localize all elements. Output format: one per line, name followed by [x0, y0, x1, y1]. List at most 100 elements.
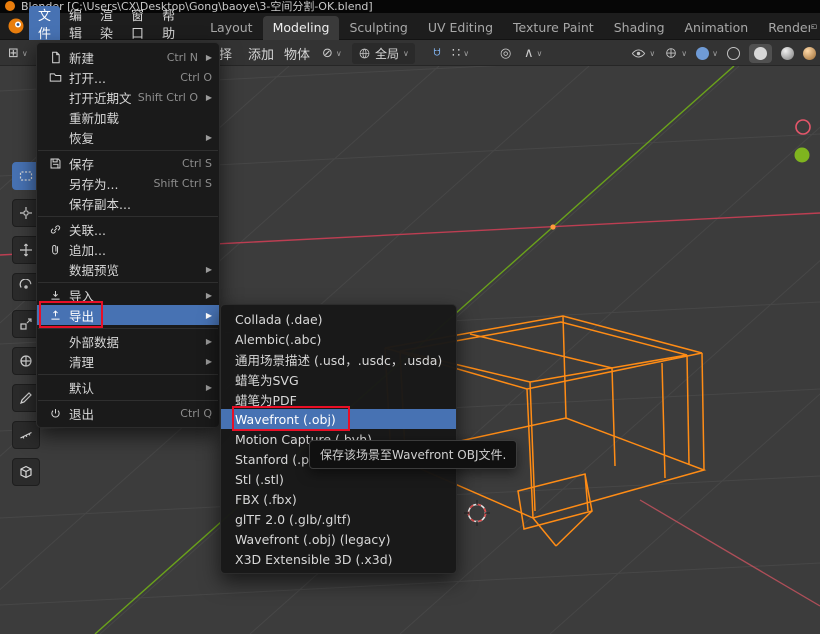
file-menu-item-open-recent[interactable]: 打开近期文件 Shift Ctrl O ▶	[37, 87, 219, 107]
submenu-arrow-icon: ▶	[204, 357, 212, 366]
nav-gizmo-y-axis[interactable]	[795, 148, 810, 163]
submenu-arrow-icon: ▶	[204, 291, 212, 300]
tab-uv-editing[interactable]: UV Editing	[418, 16, 503, 40]
tab-sculpting[interactable]: Sculpting	[339, 16, 417, 40]
gizmo-icon	[664, 46, 678, 60]
scene-selector[interactable]: Scene	[810, 19, 820, 34]
chevron-down-icon: ∨	[403, 49, 409, 58]
new-file-icon	[47, 51, 63, 64]
submenu-arrow-icon: ▶	[204, 93, 212, 102]
menu-separator	[38, 400, 218, 401]
editor-type-icon: ⊞	[8, 46, 19, 61]
chevron-down-icon: ∨	[537, 49, 543, 58]
tab-rendering[interactable]: Rendering	[758, 16, 810, 40]
menu-separator	[38, 328, 218, 329]
gizmo-dropdown[interactable]: ∨	[664, 46, 687, 60]
snap-settings-dropdown[interactable]: ∷ ∨	[452, 40, 469, 66]
file-menu-item-revert[interactable]: 重新加载	[37, 107, 219, 127]
menu-separator	[38, 216, 218, 217]
cursor-3d	[464, 500, 490, 526]
menu-separator	[38, 150, 218, 151]
proportional-edit-toggle[interactable]: ◎	[500, 40, 511, 66]
shading-material-icon[interactable]	[781, 47, 794, 60]
eye-icon	[631, 46, 646, 61]
append-icon	[47, 243, 63, 256]
chevron-down-icon: ∨	[712, 49, 718, 58]
submenu-arrow-icon: ▶	[204, 337, 212, 346]
tab-layout[interactable]: Layout	[200, 16, 263, 40]
blender-logo-icon[interactable]	[7, 17, 25, 35]
editor-type-button[interactable]: ⊞ ∨	[8, 40, 28, 66]
orientation-value: 全局	[375, 45, 399, 62]
file-menu-item-save-as[interactable]: 另存为... Shift Ctrl S	[37, 173, 219, 193]
export-menu-item-alembic[interactable]: Alembic(.abc)	[221, 329, 456, 349]
file-menu-dropdown: 新建 Ctrl N ▶ 打开... Ctrl O 打开近期文件 Shift Ct…	[36, 42, 220, 428]
chevron-down-icon: ∨	[681, 49, 687, 58]
power-icon	[47, 407, 63, 420]
shading-rendered-icon[interactable]	[803, 47, 816, 60]
save-icon	[47, 157, 63, 170]
export-menu-item-wavefront-legacy[interactable]: Wavefront (.obj) (legacy)	[221, 529, 456, 549]
export-menu-item-wavefront-obj[interactable]: Wavefront (.obj)	[221, 409, 456, 429]
orientation-dropdown[interactable]: 全局 ∨	[352, 40, 415, 66]
shading-wireframe-icon[interactable]	[727, 47, 740, 60]
file-menu-item-append[interactable]: 追加...	[37, 239, 219, 259]
export-menu-item-usd[interactable]: 通用场景描述 (.usd，.usdc，.usda)	[221, 349, 456, 369]
export-menu-item-gltf[interactable]: glTF 2.0 (.glb/.gltf)	[221, 509, 456, 529]
export-menu-item-stl[interactable]: Stl (.stl)	[221, 469, 456, 489]
file-menu-item-recover[interactable]: 恢复 ▶	[37, 127, 219, 147]
chevron-down-icon: ∨	[649, 49, 655, 58]
shading-solid-button[interactable]	[749, 44, 772, 63]
tab-shading[interactable]: Shading	[604, 16, 675, 40]
file-menu-item-save-copy[interactable]: 保存副本...	[37, 193, 219, 213]
file-menu-item-new[interactable]: 新建 Ctrl N ▶	[37, 47, 219, 67]
scene-icon	[810, 19, 818, 34]
object-origin-dot	[550, 224, 555, 229]
falloff-icon: ∧	[524, 46, 534, 61]
export-menu-item-collada[interactable]: Collada (.dae)	[221, 309, 456, 329]
export-menu-item-grease-pencil-svg[interactable]: 蜡笔为SVG	[221, 369, 456, 389]
workspace-tabs: Layout Modeling Sculpting UV Editing Tex…	[200, 13, 810, 40]
export-menu-item-grease-pencil-pdf[interactable]: 蜡笔为PDF	[221, 389, 456, 409]
open-folder-icon	[47, 71, 63, 84]
tab-animation[interactable]: Animation	[675, 16, 759, 40]
tab-texture-paint[interactable]: Texture Paint	[503, 16, 604, 40]
pivot-icon: ⊘	[322, 46, 333, 61]
visibility-dropdown[interactable]: ∨	[631, 46, 655, 61]
import-icon	[47, 289, 63, 302]
file-menu-item-external-data[interactable]: 外部数据 ▶	[37, 331, 219, 351]
export-menu-item-fbx[interactable]: FBX (.fbx)	[221, 489, 456, 509]
magnet-icon	[430, 46, 444, 60]
tool-add-cube[interactable]	[12, 458, 40, 486]
chevron-down-icon: ∨	[336, 49, 342, 58]
file-menu-item-defaults[interactable]: 默认 ▶	[37, 377, 219, 397]
menu-separator	[38, 374, 218, 375]
object-menu[interactable]: 物体	[284, 40, 310, 66]
file-menu-item-data-previews[interactable]: 数据预览 ▶	[37, 259, 219, 279]
export-submenu: Collada (.dae) Alembic(.abc) 通用场景描述 (.us…	[220, 304, 457, 574]
nav-gizmo-x-axis[interactable]	[796, 120, 810, 134]
file-menu-item-clean-up[interactable]: 清理 ▶	[37, 351, 219, 371]
file-menu-item-open[interactable]: 打开... Ctrl O	[37, 67, 219, 87]
export-icon	[47, 309, 63, 322]
file-menu-item-quit[interactable]: 退出 Ctrl Q	[37, 403, 219, 423]
file-menu-item-save[interactable]: 保存 Ctrl S	[37, 153, 219, 173]
submenu-arrow-icon: ▶	[204, 265, 212, 274]
shading-solid-icon	[754, 47, 767, 60]
add-menu[interactable]: 添加	[248, 40, 274, 66]
submenu-arrow-icon: ▶	[204, 133, 212, 142]
pivot-dropdown[interactable]: ⊘ ∨	[322, 40, 342, 66]
file-menu-item-export[interactable]: 导出 ▶	[37, 305, 219, 325]
overlays-dropdown[interactable]: ∨	[696, 47, 718, 60]
submenu-arrow-icon: ▶	[204, 383, 212, 392]
chevron-down-icon: ∨	[22, 49, 28, 58]
axis-line-far	[640, 500, 820, 606]
tab-modeling[interactable]: Modeling	[263, 16, 340, 40]
file-menu-item-link[interactable]: 关联...	[37, 219, 219, 239]
tooltip: 保存该场景至Wavefront OBJ文件.	[309, 440, 517, 469]
export-menu-item-x3d[interactable]: X3D Extensible 3D (.x3d)	[221, 549, 456, 569]
falloff-dropdown[interactable]: ∧ ∨	[524, 40, 542, 66]
snap-toggle[interactable]	[430, 40, 444, 66]
top-menu-bar: 文件 编辑 渲染 窗口 帮助 Layout Modeling Sculpting…	[0, 13, 820, 40]
file-menu-item-import[interactable]: 导入 ▶	[37, 285, 219, 305]
